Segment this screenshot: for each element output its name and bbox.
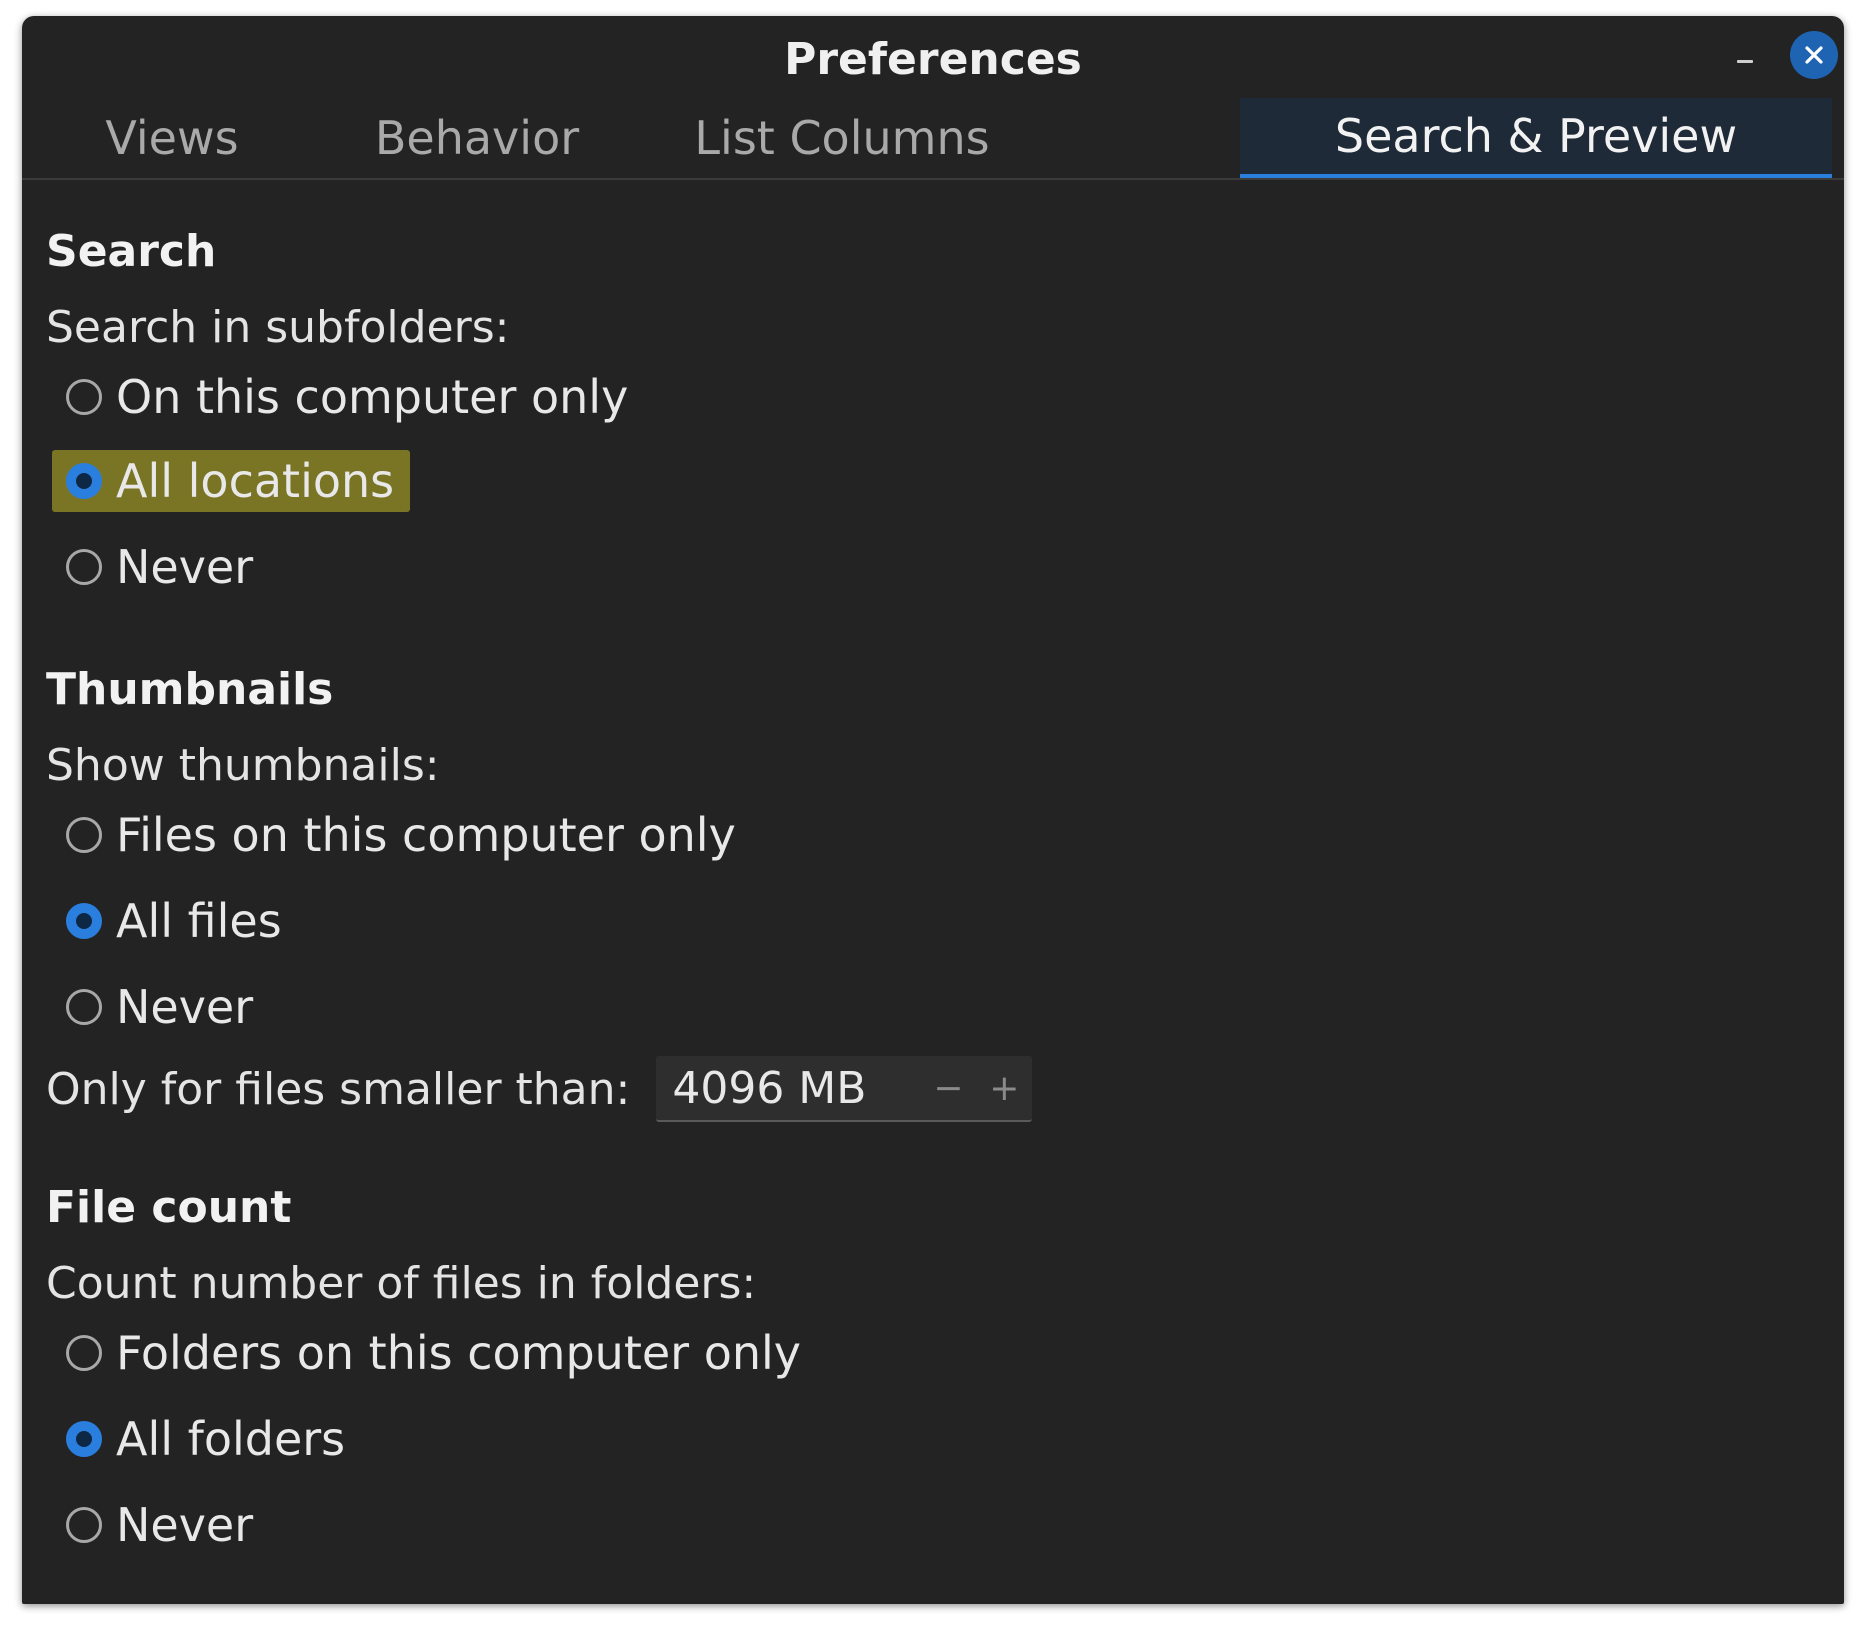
thumbnails-option-this-computer[interactable]: Files on this computer only [52, 804, 752, 866]
show-thumbnails-label: Show thumbnails: [46, 740, 440, 791]
close-button[interactable] [1790, 31, 1838, 79]
minimize-button[interactable] [1728, 46, 1762, 76]
radio-label: All locations [116, 454, 395, 508]
window-title: Preferences [784, 34, 1082, 85]
tab-bar: Views Behavior List Columns Search & Pre… [22, 98, 1844, 180]
size-limit-spinbox[interactable]: 4096 MB − + [656, 1055, 1033, 1122]
preferences-window: Preferences Views Behavior List Columns … [22, 16, 1844, 1604]
radio-button [66, 1507, 102, 1543]
decrement-button[interactable]: − [920, 1055, 976, 1121]
thumbnails-option-all-files[interactable]: All files [52, 890, 298, 952]
radio-button [66, 989, 102, 1025]
search-option-never[interactable]: Never [52, 536, 269, 598]
radio-label: Never [116, 980, 254, 1034]
search-option-this-computer[interactable]: On this computer only [52, 366, 644, 428]
size-limit-value[interactable]: 4096 MB [672, 1063, 920, 1114]
radio-button-checked [66, 463, 102, 499]
radio-button-checked [66, 903, 102, 939]
tab-views[interactable]: Views [22, 98, 322, 178]
tab-search-preview[interactable]: Search & Preview [1240, 98, 1832, 178]
tab-content: Search Search in subfolders: On this com… [22, 180, 1844, 1604]
tab-list-columns[interactable]: List Columns [632, 98, 1052, 178]
radio-label: Never [116, 540, 254, 594]
radio-label: On this computer only [116, 370, 629, 424]
close-icon [1805, 46, 1823, 64]
file-count-option-never[interactable]: Never [52, 1494, 269, 1556]
file-count-heading: File count [46, 1182, 292, 1233]
radio-label: Files on this computer only [116, 808, 736, 862]
thumbnails-option-never[interactable]: Never [52, 976, 269, 1038]
radio-label: All files [116, 894, 282, 948]
size-limit-label: Only for files smaller than: [46, 1063, 631, 1115]
count-files-label: Count number of files in folders: [46, 1258, 757, 1309]
radio-button-checked [66, 1421, 102, 1457]
search-option-all-locations[interactable]: All locations [52, 450, 411, 512]
thumbnails-heading: Thumbnails [46, 664, 334, 715]
search-heading: Search [46, 226, 217, 277]
search-subfolders-label: Search in subfolders: [46, 302, 510, 353]
tab-behavior[interactable]: Behavior [322, 98, 632, 178]
title-bar: Preferences [22, 16, 1844, 100]
radio-label: All folders [116, 1412, 346, 1466]
thumbnail-size-limit-row: Only for files smaller than: 4096 MB − + [46, 1055, 1033, 1122]
radio-button [66, 817, 102, 853]
increment-button[interactable]: + [976, 1055, 1032, 1121]
radio-label: Folders on this computer only [116, 1326, 801, 1380]
radio-label: Never [116, 1498, 254, 1552]
radio-button [66, 379, 102, 415]
radio-button [66, 1335, 102, 1371]
radio-button [66, 549, 102, 585]
minimize-icon [1737, 59, 1753, 63]
file-count-option-all-folders[interactable]: All folders [52, 1408, 361, 1470]
file-count-option-this-computer[interactable]: Folders on this computer only [52, 1322, 817, 1384]
